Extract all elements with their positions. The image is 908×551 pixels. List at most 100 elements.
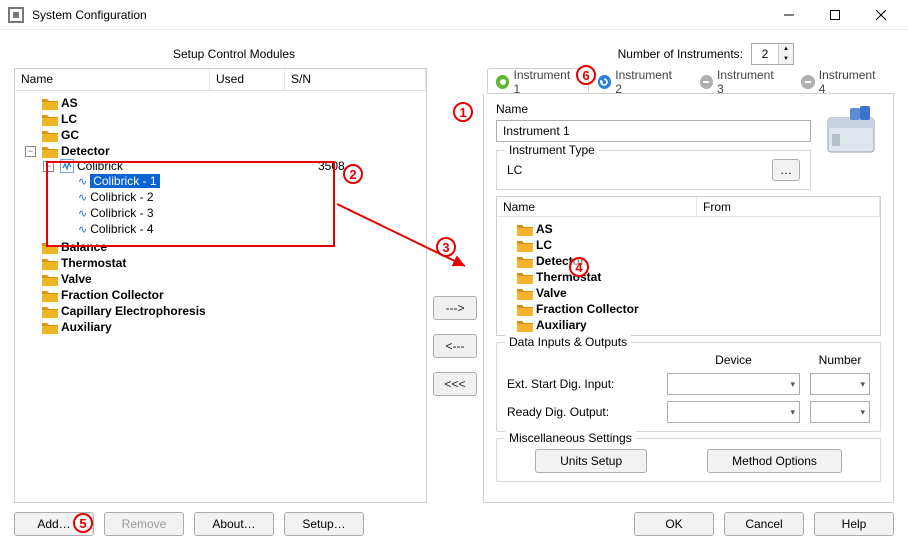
move-right-button[interactable]: ---> bbox=[433, 296, 477, 320]
spinner-down[interactable]: ▼ bbox=[779, 54, 793, 64]
col-name[interactable]: Name bbox=[15, 69, 210, 90]
instrument-type-label: Instrument Type bbox=[505, 143, 599, 157]
folder-icon bbox=[42, 129, 58, 142]
ok-button[interactable]: OK bbox=[634, 512, 714, 536]
folder-icon bbox=[42, 97, 58, 110]
tree-item[interactable]: LC bbox=[536, 238, 552, 252]
tree-item[interactable]: Colibrick - 4 bbox=[90, 222, 153, 236]
tab-instrument-3[interactable]: Instrument 3 bbox=[691, 68, 793, 93]
setup-button[interactable]: Setup… bbox=[284, 512, 364, 536]
tree-item[interactable]: Valve bbox=[61, 272, 92, 286]
folder-icon bbox=[517, 287, 533, 300]
num-instruments-spinner[interactable]: ▲ ▼ bbox=[751, 43, 794, 65]
sn-value: 3508 bbox=[318, 159, 345, 173]
folder-icon bbox=[42, 273, 58, 286]
num-instruments-label: Number of Instruments: bbox=[618, 47, 743, 61]
tree-item[interactable]: Fraction Collector bbox=[61, 288, 164, 302]
tree-item[interactable]: Thermostat bbox=[61, 256, 126, 270]
folder-icon bbox=[517, 303, 533, 316]
io-device-label: Device bbox=[667, 353, 800, 367]
instrument-type-browse-button[interactable]: … bbox=[772, 159, 800, 181]
status-dot-icon bbox=[496, 75, 509, 89]
close-button[interactable] bbox=[858, 0, 904, 30]
folder-icon bbox=[42, 241, 58, 254]
modules-listview[interactable]: Name Used S/N ASLCGC−Detector−Colibrick3… bbox=[14, 68, 427, 503]
add-button[interactable]: Add… bbox=[14, 512, 94, 536]
data-io-group: Data Inputs & Outputs Device Number Ext.… bbox=[496, 342, 881, 432]
ext-start-device-combo[interactable]: ▾ bbox=[667, 373, 800, 395]
minimize-button[interactable] bbox=[766, 0, 812, 30]
tree-item[interactable]: AS bbox=[61, 96, 78, 110]
folder-icon bbox=[517, 271, 533, 284]
tree-item[interactable]: Colibrick - 3 bbox=[90, 206, 153, 220]
misc-legend: Miscellaneous Settings bbox=[505, 431, 636, 445]
ext-start-label: Ext. Start Dig. Input: bbox=[507, 377, 657, 391]
tab-instrument-2[interactable]: Instrument 2 bbox=[589, 68, 691, 93]
data-io-legend: Data Inputs & Outputs bbox=[505, 335, 631, 349]
maximize-button[interactable] bbox=[812, 0, 858, 30]
cancel-button[interactable]: Cancel bbox=[724, 512, 804, 536]
folder-icon bbox=[42, 145, 58, 158]
folder-icon bbox=[517, 319, 533, 332]
move-left-button[interactable]: <--- bbox=[433, 334, 477, 358]
folder-icon bbox=[517, 223, 533, 236]
instrument-name-label: Name bbox=[496, 102, 811, 116]
tree-item[interactable]: Detector bbox=[536, 254, 585, 268]
about-button[interactable]: About… bbox=[194, 512, 274, 536]
tab-instrument-4[interactable]: Instrument 4 bbox=[792, 68, 894, 93]
io-number-label: Number bbox=[810, 353, 870, 367]
tree-item[interactable]: AS bbox=[536, 222, 553, 236]
r-col-name[interactable]: Name bbox=[497, 197, 697, 216]
instrument-modules-listview[interactable]: Name From AS LC Detector Thermostat Valve Fra… bbox=[496, 196, 881, 336]
move-all-left-button[interactable]: <<< bbox=[433, 372, 477, 396]
collapse-toggle[interactable]: − bbox=[43, 161, 54, 172]
units-setup-button[interactable]: Units Setup bbox=[535, 449, 647, 473]
help-button[interactable]: Help bbox=[814, 512, 894, 536]
tree-item[interactable]: Balance bbox=[61, 240, 107, 254]
tree-item[interactable]: Auxiliary bbox=[61, 320, 112, 334]
status-dot-icon bbox=[598, 75, 611, 89]
ext-start-number-combo[interactable]: ▾ bbox=[810, 373, 870, 395]
signal-icon: ∿ bbox=[78, 223, 87, 236]
collapse-toggle[interactable]: − bbox=[25, 146, 36, 157]
folder-icon bbox=[517, 239, 533, 252]
folder-icon bbox=[42, 257, 58, 270]
tab-label: Instrument 1 bbox=[513, 68, 577, 96]
tab-label: Instrument 3 bbox=[717, 68, 781, 96]
signal-icon: ∿ bbox=[78, 191, 87, 204]
tree-item[interactable]: LC bbox=[61, 112, 77, 126]
tree-item[interactable]: Thermostat bbox=[536, 270, 601, 284]
method-options-button[interactable]: Method Options bbox=[707, 449, 842, 473]
tab-instrument-1[interactable]: Instrument 1 bbox=[487, 68, 589, 93]
signal-icon: ∿ bbox=[78, 207, 87, 220]
tree-item[interactable]: Valve bbox=[536, 286, 567, 300]
tree-item[interactable]: Colibrick bbox=[77, 159, 123, 173]
tab-label: Instrument 2 bbox=[615, 68, 679, 96]
status-dot-icon bbox=[801, 75, 814, 89]
spinner-up[interactable]: ▲ bbox=[779, 44, 793, 54]
ready-device-combo[interactable]: ▾ bbox=[667, 401, 800, 423]
remove-button[interactable]: Remove bbox=[104, 512, 184, 536]
tab-label: Instrument 4 bbox=[819, 68, 883, 96]
tree-item[interactable]: Fraction Collector bbox=[536, 302, 639, 316]
col-sn[interactable]: S/N bbox=[285, 69, 426, 90]
r-col-from[interactable]: From bbox=[697, 197, 880, 216]
folder-icon bbox=[517, 255, 533, 268]
tree-item[interactable]: Colibrick - 1 bbox=[90, 174, 159, 188]
tree-item[interactable]: Auxiliary bbox=[536, 318, 587, 332]
device-icon bbox=[60, 159, 74, 173]
num-instruments-input[interactable] bbox=[752, 44, 778, 64]
ready-out-label: Ready Dig. Output: bbox=[507, 405, 657, 419]
tree-item[interactable]: Capillary Electrophoresis bbox=[61, 304, 206, 318]
folder-icon bbox=[42, 321, 58, 334]
misc-settings-group: Miscellaneous Settings Units Setup Metho… bbox=[496, 438, 881, 482]
setup-control-modules-label: Setup Control Modules bbox=[14, 47, 424, 61]
tree-item[interactable]: Detector bbox=[61, 144, 110, 158]
tree-item[interactable]: Colibrick - 2 bbox=[90, 190, 153, 204]
tree-item[interactable]: GC bbox=[61, 128, 79, 142]
signal-icon: ∿ bbox=[78, 175, 87, 188]
col-used[interactable]: Used bbox=[210, 69, 285, 90]
ready-number-combo[interactable]: ▾ bbox=[810, 401, 870, 423]
folder-icon bbox=[42, 113, 58, 126]
instrument-name-input[interactable] bbox=[496, 120, 811, 142]
